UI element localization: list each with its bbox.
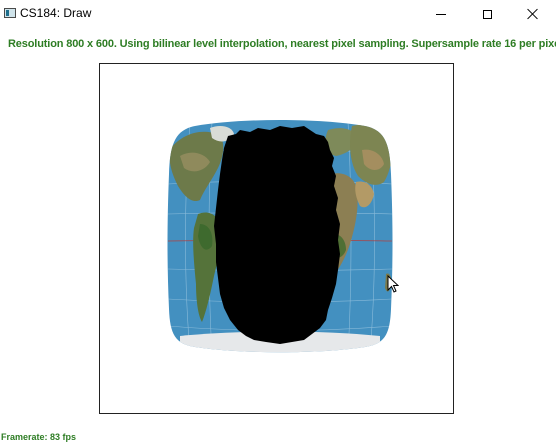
app-icon <box>4 8 16 18</box>
maximize-icon <box>482 9 492 19</box>
draw-canvas[interactable] <box>99 63 454 414</box>
occluded-region <box>214 126 340 344</box>
texture-render <box>167 120 393 353</box>
arrow-cursor-icon <box>387 275 399 293</box>
maximize-button[interactable] <box>464 0 510 28</box>
minimize-button[interactable] <box>418 0 464 28</box>
framerate-readout: Framerate: 83 fps <box>1 432 77 442</box>
close-icon <box>527 8 539 20</box>
window-titlebar[interactable]: CS184: Draw <box>0 0 556 28</box>
close-button[interactable] <box>510 0 556 28</box>
minimize-icon <box>436 13 446 15</box>
render-settings-status: Resolution 800 x 600. Using bilinear lev… <box>8 38 556 50</box>
window-title: CS184: Draw <box>20 6 92 20</box>
